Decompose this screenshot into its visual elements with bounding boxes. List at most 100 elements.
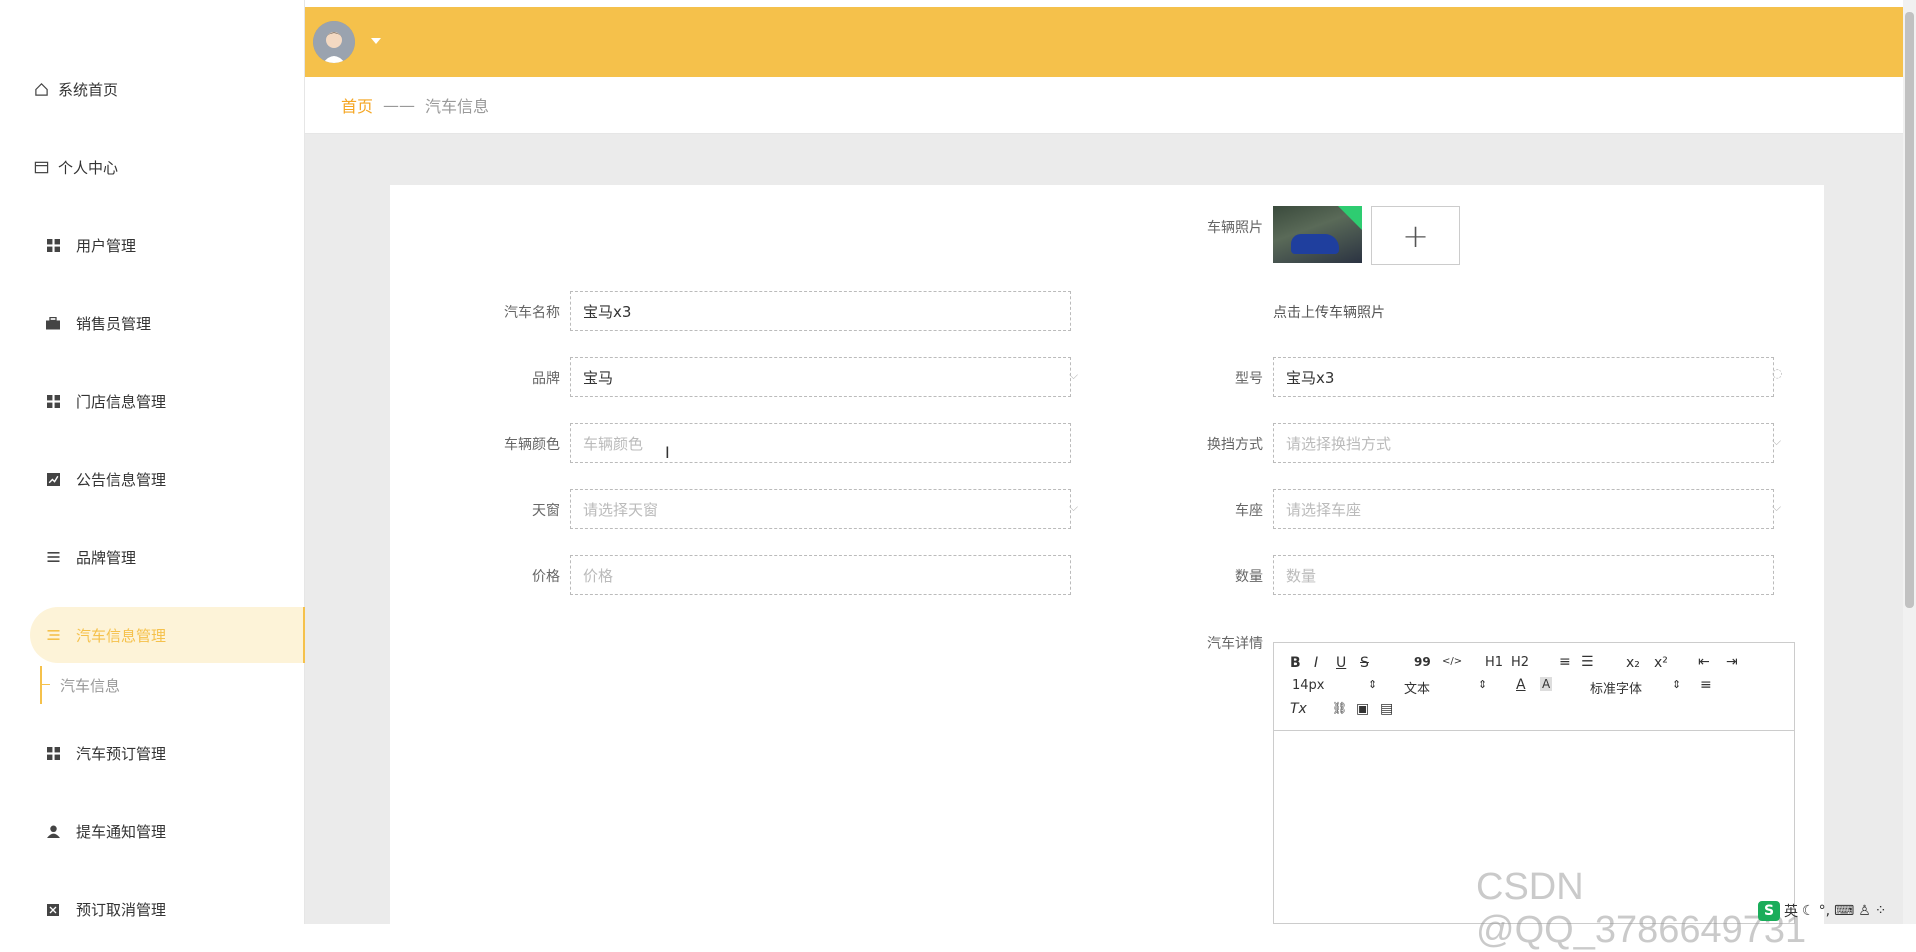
video-button[interactable]: ▤: [1380, 701, 1393, 717]
price-input[interactable]: 价格: [570, 555, 1071, 595]
car-photo-thumbnail[interactable]: [1273, 206, 1362, 263]
home-icon: [30, 82, 52, 97]
ime-lang[interactable]: 英: [1784, 901, 1798, 921]
text-cursor-icon: I: [665, 443, 670, 462]
superscript-button[interactable]: x²: [1654, 655, 1668, 671]
bold-button[interactable]: B: [1290, 655, 1301, 671]
font-color-button[interactable]: A: [1516, 677, 1526, 693]
gearbox-select[interactable]: 请选择换挡方式: [1273, 423, 1774, 463]
underline-button[interactable]: U: [1336, 655, 1346, 671]
grid-icon: [42, 394, 64, 408]
align-button[interactable]: ≡: [1700, 677, 1712, 693]
sidebar-item-label: 汽车信息管理: [76, 626, 167, 645]
apps-icon[interactable]: ⁘: [1875, 903, 1887, 919]
model-input[interactable]: 宝马x3: [1273, 357, 1774, 397]
updown-icon: ⇕: [1478, 678, 1488, 691]
seats-label: 车座: [1235, 503, 1263, 519]
sidebar-item-label: 公告信息管理: [76, 470, 167, 489]
brand-select[interactable]: 宝马: [570, 357, 1071, 397]
briefcase-icon: [42, 316, 64, 330]
chevron-down-icon: ⌵: [1069, 500, 1079, 514]
image-button[interactable]: ▣: [1356, 701, 1369, 717]
subscript-button[interactable]: x₂: [1626, 655, 1640, 671]
photo-label: 车辆照片: [1207, 220, 1263, 236]
updown-icon: ⇕: [1368, 678, 1378, 691]
sidebar-item-cancellations[interactable]: 预订取消管理: [30, 881, 305, 937]
sidebar-subitem-car-info[interactable]: 汽车信息: [40, 666, 240, 704]
sidebar-item-car-info[interactable]: 汽车信息管理: [30, 607, 305, 663]
chevron-down-icon: ⌵: [1069, 368, 1079, 382]
strike-button[interactable]: S: [1360, 655, 1369, 671]
sunroof-select[interactable]: 请选择天窗: [570, 489, 1071, 529]
color-input[interactable]: 车辆颜色: [570, 423, 1071, 463]
card-icon: [30, 160, 52, 175]
sidebar-item-label: 系统首页: [58, 80, 119, 99]
italic-button[interactable]: I: [1314, 655, 1318, 671]
sidebar-item-label: 门店信息管理: [76, 392, 167, 411]
keyboard-icon[interactable]: ⌨: [1834, 903, 1854, 919]
color-label: 车辆颜色: [504, 437, 560, 453]
moon-icon[interactable]: ☾: [1802, 903, 1815, 919]
ordered-list-button[interactable]: ≡: [1559, 654, 1571, 670]
code-button[interactable]: </>: [1442, 656, 1462, 667]
price-label: 价格: [532, 569, 560, 585]
outdent-button[interactable]: ⇤: [1698, 654, 1710, 670]
punctuation-icon[interactable]: °,: [1819, 903, 1830, 919]
sidebar-item-notices[interactable]: 公告信息管理: [30, 451, 305, 507]
sidebar-subitem-label: 汽车信息: [60, 676, 121, 695]
add-photo-button[interactable]: +: [1371, 206, 1460, 265]
h1-button[interactable]: H1: [1485, 655, 1503, 670]
car-name-input[interactable]: 宝马x3: [570, 291, 1071, 331]
blockquote-button[interactable]: 99: [1414, 655, 1431, 669]
font-size-select[interactable]: 14px: [1292, 678, 1325, 693]
scrollbar-thumb[interactable]: [1905, 12, 1914, 608]
sidebar-item-label: 销售员管理: [76, 314, 152, 333]
car-name-label: 汽车名称: [504, 305, 560, 321]
breadcrumb: 首页 —— 汽车信息: [305, 77, 1903, 134]
seats-select[interactable]: 请选择车座: [1273, 489, 1774, 529]
background-color-button[interactable]: A: [1540, 677, 1553, 691]
sidebar-item-label: 汽车预订管理: [76, 744, 167, 763]
text-type-select[interactable]: 文本: [1404, 678, 1430, 697]
model-label: 型号: [1235, 371, 1263, 387]
chart-icon: [42, 472, 64, 486]
bullet-list-button[interactable]: ☰: [1581, 654, 1594, 670]
editor-toolbar: B I U S 99 </> H1 H2 ≡ ☰ x₂ x² ⇤ ⇥ 14px …: [1274, 643, 1794, 731]
sidebar-item-stores[interactable]: 门店信息管理: [30, 373, 305, 429]
sidebar-item-label: 个人中心: [58, 158, 119, 177]
breadcrumb-home[interactable]: 首页: [341, 93, 373, 117]
sidebar-item-home[interactable]: 系统首页: [30, 61, 305, 117]
sidebar-item-profile[interactable]: 个人中心: [30, 139, 305, 195]
sidebar-item-label: 品牌管理: [76, 548, 137, 567]
chevron-down-icon: ⌵: [1772, 500, 1782, 514]
user-icon: [42, 825, 64, 838]
updown-icon: ⇕: [1672, 678, 1682, 691]
ime-toolbar[interactable]: S 英 ☾ °, ⌨ ♙ ⁘: [1758, 900, 1916, 922]
font-family-select[interactable]: 标准字体: [1590, 678, 1642, 697]
avatar[interactable]: [313, 21, 355, 63]
upload-hint: 点击上传车辆照片: [1273, 305, 1385, 321]
clear-icon[interactable]: ◌: [1772, 366, 1782, 380]
sogou-icon[interactable]: S: [1758, 901, 1780, 921]
clear-format-button[interactable]: Tx: [1290, 701, 1307, 717]
sidebar-item-bookings[interactable]: 汽车预订管理: [30, 725, 305, 781]
user-icon[interactable]: ♙: [1858, 903, 1871, 919]
box-x-icon: [42, 903, 64, 916]
chevron-down-icon[interactable]: [371, 38, 381, 44]
sidebar-item-salespeople[interactable]: 销售员管理: [30, 295, 305, 351]
scrollbar[interactable]: [1903, 0, 1916, 924]
link-icon[interactable]: ⛓: [1332, 701, 1347, 715]
list-icon: [42, 551, 64, 563]
sidebar-item-label: 用户管理: [76, 236, 137, 255]
sidebar-item-pickup[interactable]: 提车通知管理: [30, 803, 305, 859]
quantity-label: 数量: [1235, 569, 1263, 585]
breadcrumb-current: 汽车信息: [425, 97, 490, 116]
sidebar-item-users[interactable]: 用户管理: [30, 217, 305, 273]
quantity-input[interactable]: 数量: [1273, 555, 1774, 595]
h2-button[interactable]: H2: [1511, 655, 1529, 670]
brand-label: 品牌: [532, 371, 560, 387]
grid-icon: [42, 746, 64, 760]
grid-icon: [42, 238, 64, 252]
sidebar-item-brands[interactable]: 品牌管理: [30, 529, 305, 585]
indent-button[interactable]: ⇥: [1726, 654, 1738, 670]
